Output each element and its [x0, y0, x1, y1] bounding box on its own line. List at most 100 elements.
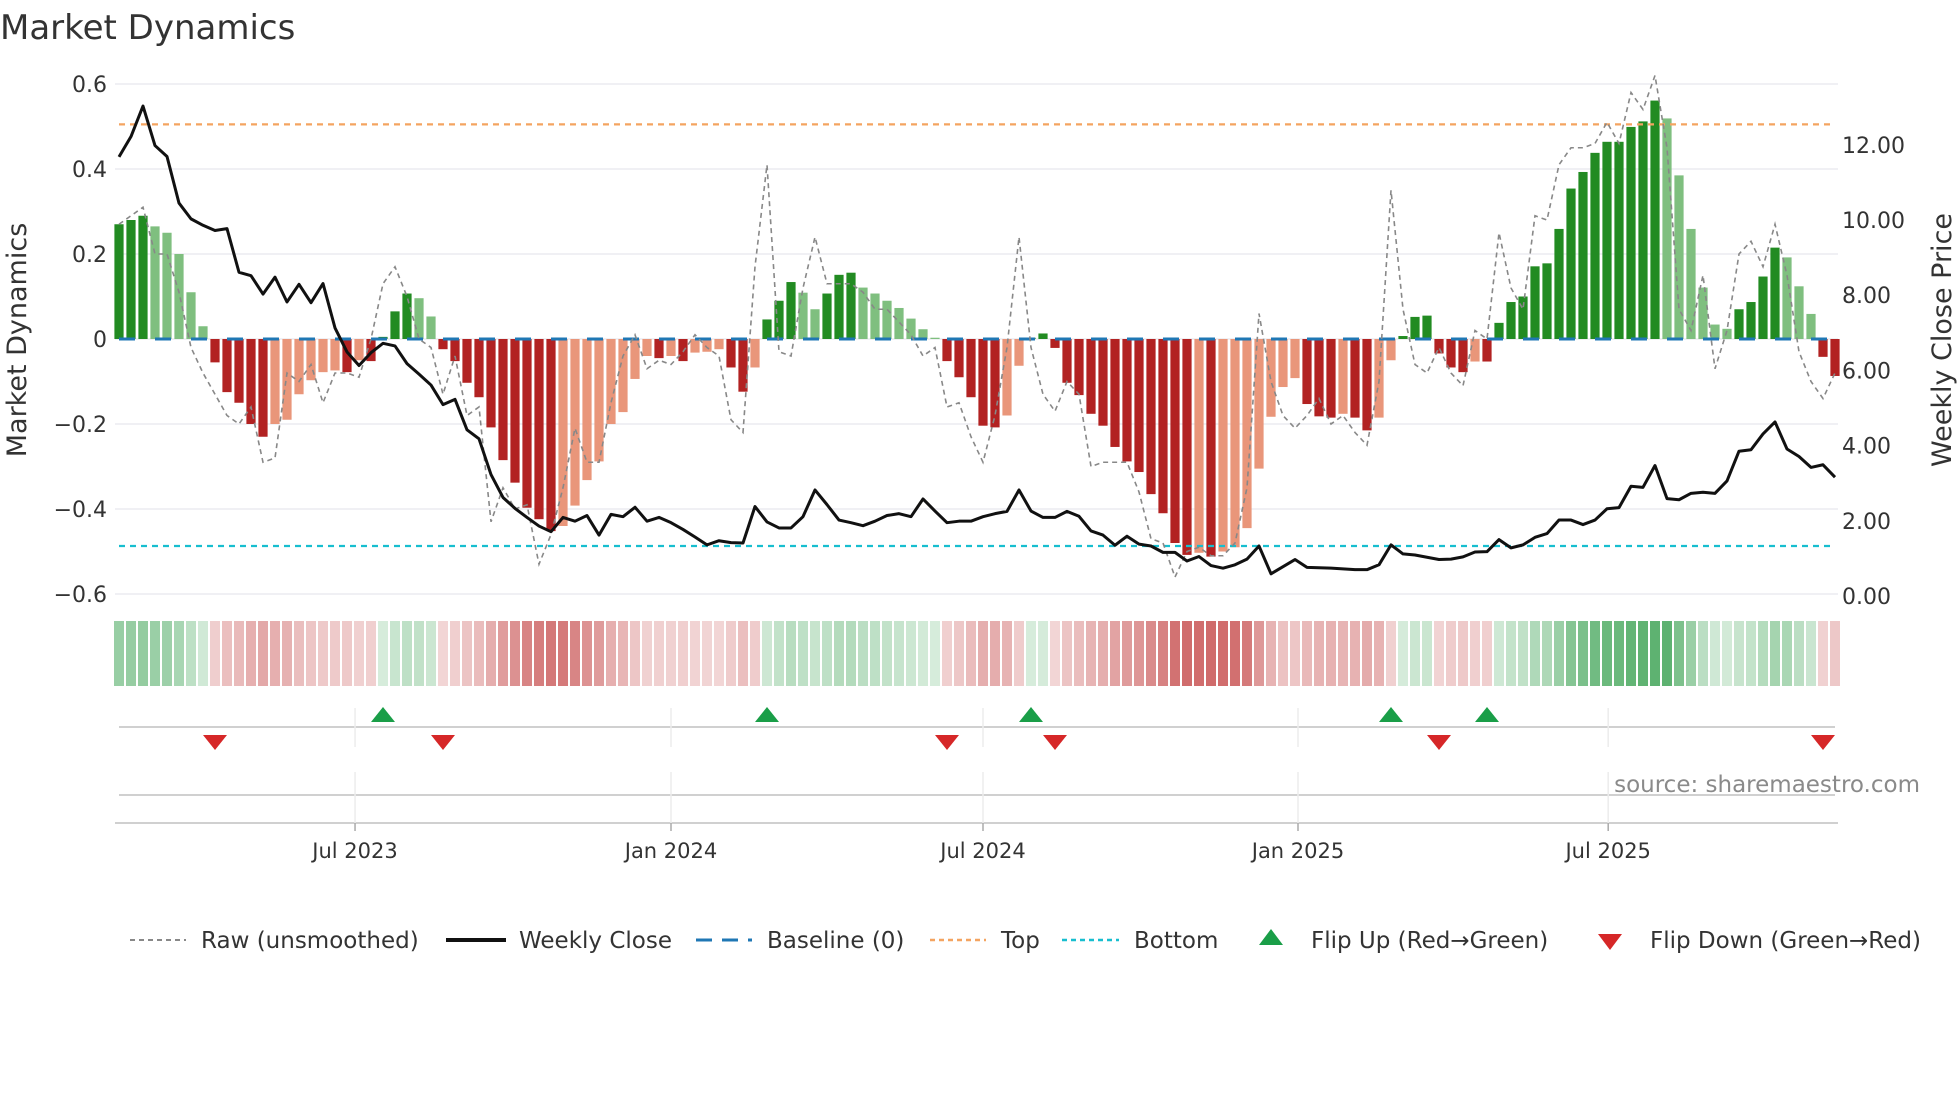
y-tick-label-left: −0.4: [54, 498, 107, 523]
bar: [186, 292, 196, 339]
bar: [474, 339, 484, 398]
heatmap-cell: [642, 621, 652, 686]
bar: [1614, 141, 1624, 339]
heatmap-cell: [1782, 621, 1792, 686]
flip-up-marker: [1475, 707, 1499, 722]
heatmap-cell: [570, 621, 580, 686]
source-label: source: sharemaestro.com: [1614, 772, 1920, 798]
heatmap-cell: [870, 621, 880, 686]
bar: [846, 272, 856, 339]
bar: [582, 339, 592, 481]
legend-baseline-label: Baseline (0): [767, 928, 904, 954]
bar: [1554, 228, 1564, 339]
heatmap-cell: [882, 621, 892, 686]
heatmap-cell: [1218, 621, 1228, 686]
heatmap-cell: [1602, 621, 1612, 686]
heatmap-cell: [582, 621, 592, 686]
heatmap-cell: [1662, 621, 1672, 686]
bar: [1302, 339, 1312, 405]
flip-down-marker: [1811, 735, 1835, 750]
y-tick-label-left: −0.6: [54, 583, 107, 608]
flip-down-marker: [935, 735, 959, 750]
flip-down-marker: [1427, 735, 1451, 750]
bar: [894, 307, 904, 339]
heatmap-cell: [558, 621, 568, 686]
heatmap-cell: [1350, 621, 1360, 686]
bar: [294, 339, 304, 395]
bar: [786, 282, 796, 339]
heatmap-cell: [1410, 621, 1420, 686]
heatmap-cell: [1158, 621, 1168, 686]
heatmap-cell: [1710, 621, 1720, 686]
bar: [1482, 339, 1492, 362]
bar: [1686, 228, 1696, 339]
heatmap-cell: [1650, 621, 1660, 686]
heatmap-cell: [1482, 621, 1492, 686]
heatmap-cell: [1002, 621, 1012, 686]
heatmap-cell: [1698, 621, 1708, 686]
heatmap-cell: [498, 621, 508, 686]
bar: [162, 232, 172, 339]
heatmap-cell: [1110, 621, 1120, 686]
bar: [570, 339, 580, 506]
bar: [762, 319, 772, 339]
heatmap-cell: [462, 621, 472, 686]
heatmap-cell: [978, 621, 988, 686]
heatmap-cell: [1062, 621, 1072, 686]
bar: [750, 339, 760, 368]
heatmap-cell: [1230, 621, 1240, 686]
heatmap-cell: [1314, 621, 1324, 686]
bar: [390, 311, 400, 339]
bar: [198, 326, 208, 339]
heatmap-cell: [1206, 621, 1216, 686]
heatmap-cell: [1818, 621, 1828, 686]
bar: [1038, 333, 1048, 339]
heatmap-cell: [1038, 621, 1048, 686]
bar: [930, 337, 940, 339]
bar: [1290, 339, 1300, 379]
bar: [702, 339, 712, 352]
heatmap-cell: [606, 621, 616, 686]
flip-up-marker: [371, 707, 395, 722]
legend-flip-up-label: Flip Up (Red→Green): [1311, 928, 1548, 954]
heatmap-cell: [318, 621, 328, 686]
bar: [1650, 100, 1660, 339]
heatmap-cell: [294, 621, 304, 686]
heatmap-cell: [1242, 621, 1252, 686]
bar: [1086, 339, 1096, 414]
y-tick-label-left: −0.2: [54, 413, 107, 438]
legend-raw-label: Raw (unsmoothed): [201, 928, 419, 954]
heatmap-cell: [834, 621, 844, 686]
bar: [906, 318, 916, 339]
heatmap-cell: [246, 621, 256, 686]
heatmap-cell: [918, 621, 928, 686]
y-tick-label-left: 0.4: [72, 158, 107, 183]
bar: [498, 339, 508, 461]
flip-up-marker: [1379, 707, 1403, 722]
heatmap-cell: [1374, 621, 1384, 686]
legend: Raw (unsmoothed) Weekly Close Baseline (…: [130, 928, 1921, 954]
heatmap-cell: [690, 621, 700, 686]
bar: [1722, 328, 1732, 339]
bar: [534, 339, 544, 520]
y-tick-label-left: 0: [93, 328, 107, 353]
bar: [1386, 339, 1396, 361]
heatmap-cell: [1398, 621, 1408, 686]
bar: [1206, 339, 1216, 557]
heatmap-strip: [114, 621, 1840, 686]
flip-down-marker: [1043, 735, 1067, 750]
heatmap-cell: [1302, 621, 1312, 686]
heatmap-cell: [1290, 621, 1300, 686]
heatmap-cell: [762, 621, 772, 686]
heatmap-cell: [858, 621, 868, 686]
bar: [798, 292, 808, 339]
heatmap-cell: [414, 621, 424, 686]
bar: [1110, 339, 1120, 447]
heatmap-cell: [1590, 621, 1600, 686]
bar: [1602, 141, 1612, 339]
heatmap-cell: [1194, 621, 1204, 686]
y-tick-label-right: 0.00: [1842, 585, 1891, 610]
flip-down-marker: [431, 735, 455, 750]
bar: [1830, 339, 1840, 376]
raw-line: [118, 75, 1836, 580]
